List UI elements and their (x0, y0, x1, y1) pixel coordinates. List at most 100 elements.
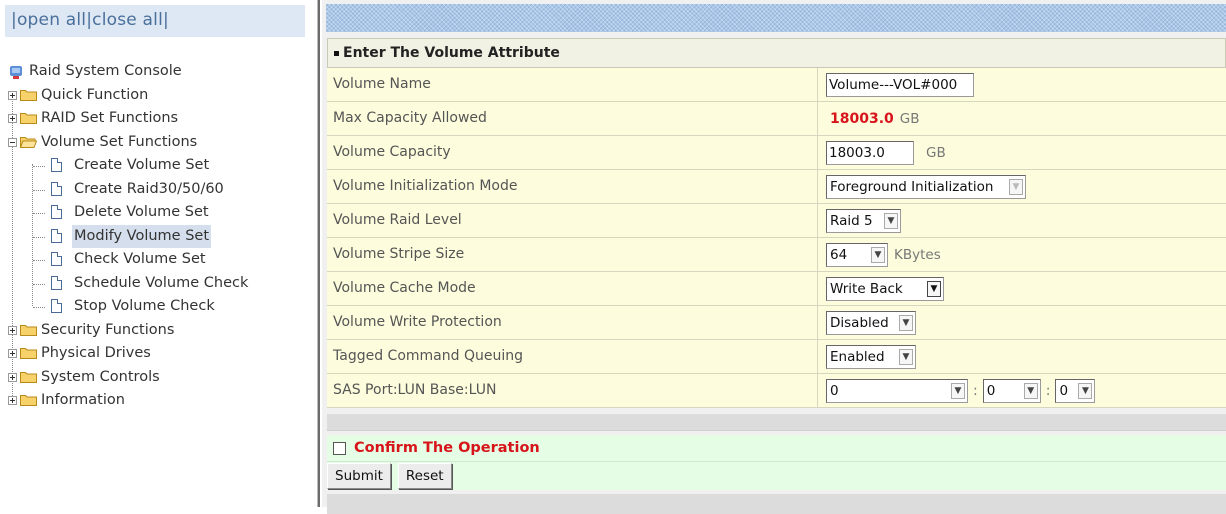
chevron-down-icon: ▼ (951, 382, 965, 399)
volume-capacity-input[interactable]: 18003.0 (826, 140, 914, 165)
chevron-down-icon: ▼ (899, 348, 913, 365)
tree-connector (33, 166, 45, 167)
stripe-size-unit: KBytes (894, 246, 941, 263)
expand-icon[interactable] (8, 325, 17, 335)
tree-connector (33, 236, 45, 238)
tree-item-label: Volume Set Functions (41, 133, 198, 150)
collapse-icon[interactable] (8, 137, 17, 147)
tree-connector (33, 189, 45, 191)
tree-item-label: Quick Function (41, 86, 149, 103)
row-tcq: Tagged Command Queuing Enabled ▼ (327, 340, 1226, 374)
tcq-value: Enabled (830, 348, 885, 365)
tcq-select[interactable]: Enabled ▼ (826, 344, 916, 369)
tree-connector (33, 307, 45, 308)
row-sas-port: SAS Port:LUN Base:LUN 0 ▼ : 0 ▼ : 0 ▼ (327, 374, 1226, 408)
section-spacer (327, 414, 1226, 431)
row-max-capacity: Max Capacity Allowed 18003.0 GB (327, 102, 1226, 136)
submit-button[interactable]: Submit (327, 463, 391, 489)
document-icon (51, 158, 62, 172)
write-protection-select[interactable]: Disabled ▼ (826, 310, 916, 335)
init-mode-select[interactable]: Foreground Initialization ▼ (826, 174, 1026, 199)
sas-port-value: 0 (830, 382, 839, 399)
open-all-link[interactable]: open all (17, 10, 86, 30)
folder-icon (20, 395, 37, 406)
document-icon (51, 205, 62, 219)
row-volume-name: Volume Name Volume---VOL#000 (327, 68, 1226, 102)
tree-connector (33, 213, 45, 214)
stripe-size-select[interactable]: 64 ▼ (826, 242, 888, 267)
cache-mode-value: Write Back (830, 280, 903, 297)
chevron-down-icon: ▼ (1023, 382, 1038, 399)
document-icon (51, 275, 62, 290)
row-raid-level: Volume Raid Level Raid 5 ▼ (327, 204, 1226, 238)
init-mode-value: Foreground Initialization (830, 178, 994, 195)
label-stripe-size: Volume Stripe Size (327, 238, 818, 271)
bullet-icon (334, 50, 339, 56)
label-write-protection: Volume Write Protection (327, 306, 818, 339)
form-header: Enter The Volume Attribute (327, 38, 1226, 68)
expand-icon[interactable] (8, 349, 17, 358)
separator-colon: : (973, 382, 978, 399)
chevron-down-icon: ▼ (1009, 178, 1023, 195)
volume-attribute-form: Enter The Volume Attribute Volume Name V… (327, 38, 1226, 514)
folder-icon (20, 324, 37, 336)
expand-icon[interactable] (8, 90, 17, 100)
content-pane: Enter The Volume Attribute Volume Name V… (322, 0, 1226, 514)
tree-connector (33, 283, 45, 285)
tree-item-label: System Controls (41, 368, 160, 385)
label-max-capacity: Max Capacity Allowed (327, 102, 818, 135)
max-capacity-value: 18003.0 (830, 110, 894, 127)
expand-icon[interactable] (8, 396, 17, 405)
expand-icon[interactable] (8, 114, 17, 123)
folder-icon (20, 113, 37, 124)
chevron-down-icon: ▼ (871, 246, 885, 263)
tree-item-label: RAID Set Functions (41, 110, 179, 126)
separator-colon: : (1045, 382, 1051, 399)
cache-mode-select[interactable]: Write Back ▼ (826, 276, 944, 301)
capacity-unit: GB (926, 144, 946, 161)
max-capacity-unit: GB (899, 110, 920, 127)
confirm-checkbox[interactable] (333, 441, 346, 455)
tree-item-label: Schedule Volume Check (74, 274, 249, 291)
expand-icon[interactable] (8, 372, 17, 382)
row-init-mode: Volume Initialization Mode Foreground In… (327, 170, 1226, 204)
confirm-row: Confirm The Operation (327, 435, 1226, 462)
tree-item-label: Stop Volume Check (74, 298, 215, 314)
tree-item-label: Create Volume Set (74, 157, 210, 173)
volume-name-input[interactable]: Volume---VOL#000 (826, 72, 974, 97)
tree-item-label: Create Raid30/50/60 (74, 180, 224, 197)
raid-console-icon (10, 66, 22, 79)
reset-button[interactable]: Reset (397, 463, 452, 489)
tree-connector (32, 164, 33, 306)
chevron-down-icon: ▼ (927, 280, 941, 297)
document-icon (51, 252, 62, 266)
document-icon (51, 228, 62, 243)
lun-base-value: 0 (986, 382, 996, 399)
form-footer (327, 494, 1226, 514)
label-sas-port: SAS Port:LUN Base:LUN (327, 374, 818, 407)
navigation-pane: |open all|close all| Raid System Console… (0, 0, 305, 507)
tree-root-label: Raid System Console (29, 63, 182, 79)
close-all-link[interactable]: close all (92, 10, 163, 30)
lun-base-select[interactable]: 0 ▼ (982, 378, 1041, 403)
stripe-size-value: 64 (830, 246, 848, 263)
lun-select[interactable]: 0 ▼ (1055, 378, 1096, 403)
chevron-down-icon: ▼ (899, 314, 913, 331)
document-icon (51, 299, 62, 313)
label-volume-capacity: Volume Capacity (327, 136, 818, 169)
write-protection-value: Disabled (830, 314, 889, 331)
label-raid-level: Volume Raid Level (327, 204, 818, 237)
label-init-mode: Volume Initialization Mode (327, 170, 818, 203)
tree-toggle-bar: |open all|close all| (5, 5, 305, 37)
label-cache-mode: Volume Cache Mode (327, 272, 818, 305)
lun-value: 0 (1059, 382, 1069, 399)
tree-item-label: Delete Volume Set (74, 204, 209, 220)
sas-port-select[interactable]: 0 ▼ (826, 378, 968, 403)
raid-level-value: Raid 5 (830, 212, 873, 229)
frame-divider[interactable] (317, 0, 320, 507)
tree-item-label-selected: Modify Volume Set (72, 224, 212, 248)
raid-level-select[interactable]: Raid 5 ▼ (826, 208, 901, 233)
document-icon (51, 181, 62, 196)
row-write-protection: Volume Write Protection Disabled ▼ (327, 306, 1226, 340)
folder-icon (20, 348, 37, 359)
